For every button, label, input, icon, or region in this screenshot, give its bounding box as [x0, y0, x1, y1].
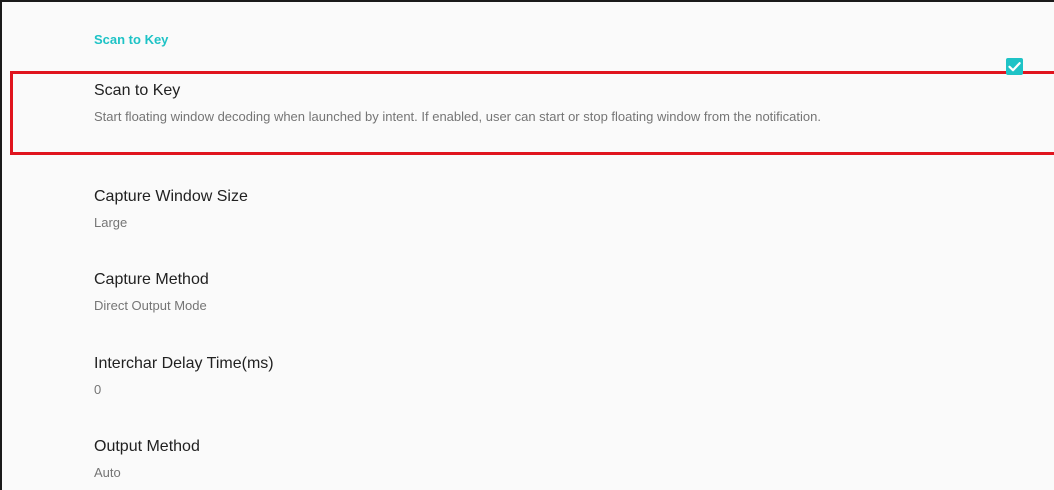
- pref-title: Interchar Delay Time(ms): [94, 355, 274, 372]
- pref-summary: Direct Output Mode: [94, 298, 207, 313]
- pref-interchar-delay-time[interactable]: Interchar Delay Time(ms) 0: [2, 347, 1054, 417]
- pref-title: Output Method: [94, 438, 200, 455]
- pref-capture-window-size[interactable]: Capture Window Size Large: [2, 180, 1054, 250]
- pref-title: Capture Method: [94, 271, 209, 288]
- pref-scan-to-key[interactable]: Scan to Key Start floating window decodi…: [10, 71, 1054, 155]
- pref-summary: Large: [94, 215, 128, 230]
- category-header-scan-to-key: Scan to Key: [94, 32, 169, 47]
- pref-summary: Start floating window decoding when laun…: [94, 109, 821, 124]
- pref-output-method[interactable]: Output Method Auto: [2, 430, 1054, 490]
- scan-to-key-checkbox[interactable]: [1006, 58, 1023, 75]
- pref-summary: 0: [94, 382, 102, 397]
- settings-screen: Scan to Key Scan to Key Start floating w…: [0, 0, 1054, 490]
- pref-summary: Auto: [94, 465, 121, 480]
- checkmark-icon: [1008, 62, 1021, 72]
- pref-title: Capture Window Size: [94, 188, 248, 205]
- pref-title: Scan to Key: [94, 82, 181, 99]
- pref-capture-method[interactable]: Capture Method Direct Output Mode: [2, 263, 1054, 333]
